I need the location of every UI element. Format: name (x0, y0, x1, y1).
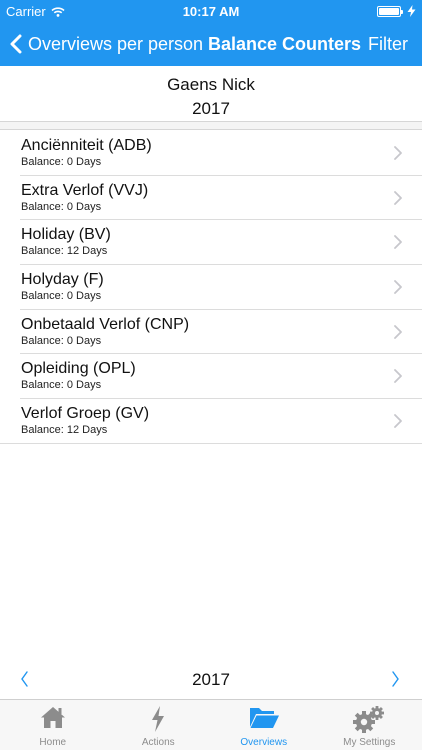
counter-row[interactable]: Verlof Groep (GV) Balance: 12 Days (0, 399, 422, 444)
counter-title: Verlof Groep (GV) (21, 405, 150, 423)
chevron-right-icon (394, 280, 402, 294)
tab-my-settings-label: My Settings (343, 737, 396, 748)
tab-my-settings[interactable]: My Settings (317, 700, 422, 750)
lightning-icon (152, 706, 165, 732)
counter-row[interactable]: Extra Verlof (VVJ) Balance: 0 Days (0, 175, 422, 221)
chevron-right-icon (394, 146, 402, 160)
balance-counter-list: Anciënniteit (ADB) Balance: 0 Days Extra… (0, 131, 422, 444)
counter-title: Holiday (BV) (21, 226, 111, 244)
counter-row[interactable]: Holyday (F) Balance: 0 Days (0, 265, 422, 310)
counter-title: Anciënniteit (ADB) (21, 137, 152, 154)
counter-balance: Balance: 12 Days (21, 245, 108, 258)
chevron-right-icon (394, 369, 402, 384)
tab-bar: Home Actions Overviews My Settings (0, 699, 422, 750)
counter-balance: Balance: 0 Days (21, 334, 102, 347)
counter-balance: Balance: 0 Days (21, 200, 102, 213)
status-right (377, 5, 416, 17)
next-year-button[interactable] (390, 670, 400, 688)
charging-icon (407, 5, 416, 17)
person-year: 2017 (192, 99, 230, 118)
chevron-right-icon (394, 414, 402, 429)
folder-icon (249, 708, 279, 728)
filter-button[interactable]: Filter (368, 22, 408, 66)
tab-actions[interactable]: Actions (106, 700, 212, 750)
tab-overviews-label: Overviews (240, 737, 288, 748)
counter-row[interactable]: Holiday (BV) Balance: 12 Days (0, 220, 422, 266)
back-button-label: Overviews per person (28, 33, 204, 54)
counter-title: Holyday (F) (21, 271, 104, 289)
counter-balance: Balance: 0 Days (21, 379, 102, 392)
tab-home[interactable]: Home (0, 700, 106, 750)
battery-icon (377, 5, 403, 17)
counter-balance: Balance: 0 Days (21, 290, 102, 303)
counter-title: Opleiding (OPL) (21, 360, 136, 378)
chevron-left-icon (10, 34, 22, 54)
chevron-right-icon (394, 190, 402, 205)
navigation-bar: Overviews per person Balance Counters Fi… (0, 22, 422, 66)
selected-year: 2017 (192, 670, 230, 689)
person-name: Gaens Nick (167, 75, 255, 94)
counter-row[interactable]: Onbetaald Verlof (CNP) Balance: 0 Days (0, 309, 422, 355)
counter-row[interactable]: Anciënniteit (ADB) Balance: 0 Days (0, 131, 422, 176)
status-time: 10:17 AM (182, 4, 240, 19)
counter-balance: Balance: 12 Days (21, 424, 108, 437)
tab-actions-label: Actions (141, 737, 175, 748)
tab-home-label: Home (39, 737, 67, 748)
section-gap (0, 122, 422, 130)
tab-overviews[interactable]: Overviews (211, 700, 317, 750)
gear-icon (353, 706, 385, 733)
chevron-right-icon (394, 235, 402, 250)
status-bar: Carrier 10:17 AM (0, 0, 422, 22)
counter-title: Extra Verlof (VVJ) (21, 181, 149, 199)
page-title: Balance Counters (208, 34, 362, 54)
chevron-right-icon (394, 324, 402, 339)
home-icon (40, 707, 65, 728)
year-navigator: 2017 (0, 664, 422, 698)
person-header: Gaens Nick 2017 (0, 66, 422, 122)
counter-row[interactable]: Opleiding (OPL) Balance: 0 Days (0, 354, 422, 400)
back-button[interactable]: Overviews per person (10, 22, 203, 66)
counter-balance: Balance: 0 Days (21, 156, 102, 168)
counter-title: Onbetaald Verlof (CNP) (21, 315, 190, 333)
